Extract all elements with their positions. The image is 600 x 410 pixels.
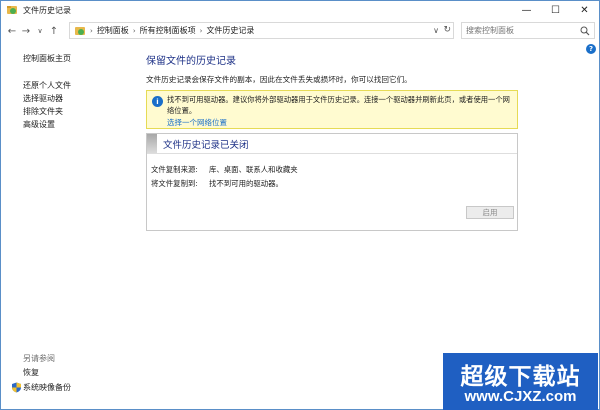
see-also-backup-label: 系统映像备份	[23, 383, 71, 392]
file-history-app-icon	[7, 6, 17, 14]
window-controls: — ☐ ✕	[512, 1, 599, 19]
page-description: 文件历史记录会保存文件的副本，因此在文件丢失或损坏时，你可以找回它们。	[146, 75, 412, 84]
see-also-recovery[interactable]: 恢复	[23, 365, 133, 380]
status-panel-header: 文件历史记录已关闭	[147, 134, 517, 154]
sidebar-item-exclude-folders[interactable]: 排除文件夹	[23, 105, 133, 118]
sidebar: 控制面板主页 还原个人文件 选择驱动器 排除文件夹 高级设置	[23, 53, 133, 131]
close-button[interactable]: ✕	[570, 1, 599, 19]
see-also-title: 另请参阅	[23, 354, 55, 363]
copy-from-label: 文件复制来源:	[151, 165, 198, 174]
see-also-system-image-backup[interactable]: 系统映像备份	[12, 380, 133, 395]
site-watermark: 超级下载站 www.CJXZ.com	[443, 353, 598, 410]
copy-to-value: 找不到可用的驱动器。	[209, 179, 283, 188]
copy-to-label: 将文件复制到:	[151, 179, 198, 188]
watermark-brand: 超级下载站	[460, 364, 581, 390]
copy-from-value: 库、桌面、联系人和收藏夹	[209, 165, 298, 174]
select-network-location-link[interactable]: 选择一个网络位置	[167, 117, 227, 128]
shield-icon	[12, 382, 21, 393]
help-icon[interactable]: ?	[586, 44, 596, 54]
back-button[interactable]: ←	[5, 23, 19, 39]
address-dropdown-button[interactable]: ∨	[433, 26, 439, 35]
main-content: 保留文件的历史记录 文件历史记录会保存文件的副本，因此在文件丢失或损坏时，你可以…	[146, 55, 596, 231]
search-icon	[580, 26, 590, 36]
status-panel: 文件历史记录已关闭 文件复制来源: 库、桌面、联系人和收藏夹 将文件复制到: 找…	[146, 133, 518, 231]
breadcrumb-separator[interactable]: ›	[200, 27, 203, 35]
sidebar-item-select-drive[interactable]: 选择驱动器	[23, 92, 133, 105]
search-input[interactable]	[466, 26, 576, 35]
sidebar-control-panel-home[interactable]: 控制面板主页	[23, 53, 133, 64]
page-title: 保留文件的历史记录	[146, 56, 236, 67]
search-box[interactable]	[461, 22, 595, 39]
see-also-recovery-label: 恢复	[23, 368, 39, 377]
no-drive-warning: i 找不到可用驱动器。建议你将外部驱动器用于文件历史记录。连接一个驱动器并刷新此…	[146, 90, 518, 129]
file-history-icon	[75, 26, 85, 35]
up-button[interactable]: ↑	[47, 23, 61, 39]
file-history-window: 文件历史记录 — ☐ ✕ ← → ∨ ↑ › 控制面板 › 所有控制面板项 › …	[0, 0, 600, 410]
breadcrumb-file-history[interactable]: 文件历史记录	[206, 25, 254, 36]
warning-text: 找不到可用驱动器。建议你将外部驱动器用于文件历史记录。连接一个驱动器并刷新此页，…	[167, 95, 510, 115]
title-bar: 文件历史记录 — ☐ ✕	[1, 1, 599, 19]
copy-from-row: 文件复制来源: 库、桌面、联系人和收藏夹	[151, 164, 298, 175]
status-indicator-bar	[147, 134, 157, 153]
breadcrumb-separator: ›	[90, 26, 93, 35]
maximize-button[interactable]: ☐	[541, 1, 570, 19]
navigation-bar: ← → ∨ ↑ › 控制面板 › 所有控制面板项 › 文件历史记录 ∨ ↻	[1, 21, 599, 41]
recent-locations-button[interactable]: ∨	[33, 23, 47, 39]
enable-button[interactable]: 启用	[466, 206, 514, 219]
breadcrumb-control-panel[interactable]: 控制面板	[97, 25, 129, 36]
watermark-url: www.CJXZ.com	[464, 388, 577, 405]
address-bar[interactable]: › 控制面板 › 所有控制面板项 › 文件历史记录 ∨ ↻	[69, 22, 454, 39]
breadcrumb-separator[interactable]: ›	[133, 27, 136, 35]
refresh-button[interactable]: ↻	[443, 25, 451, 35]
minimize-button[interactable]: —	[512, 1, 541, 19]
copy-to-row: 将文件复制到: 找不到可用的驱动器。	[151, 178, 283, 189]
sidebar-item-restore-files[interactable]: 还原个人文件	[23, 79, 133, 92]
sidebar-item-advanced-settings[interactable]: 高级设置	[23, 118, 133, 131]
see-also-section: 另请参阅 恢复 系统映像备份	[12, 352, 133, 395]
info-icon: i	[152, 96, 163, 107]
breadcrumb-all-items[interactable]: 所有控制面板项	[140, 25, 196, 36]
window-title: 文件历史记录	[23, 5, 71, 15]
forward-button[interactable]: →	[19, 23, 33, 39]
status-title: 文件历史记录已关闭	[163, 139, 249, 151]
